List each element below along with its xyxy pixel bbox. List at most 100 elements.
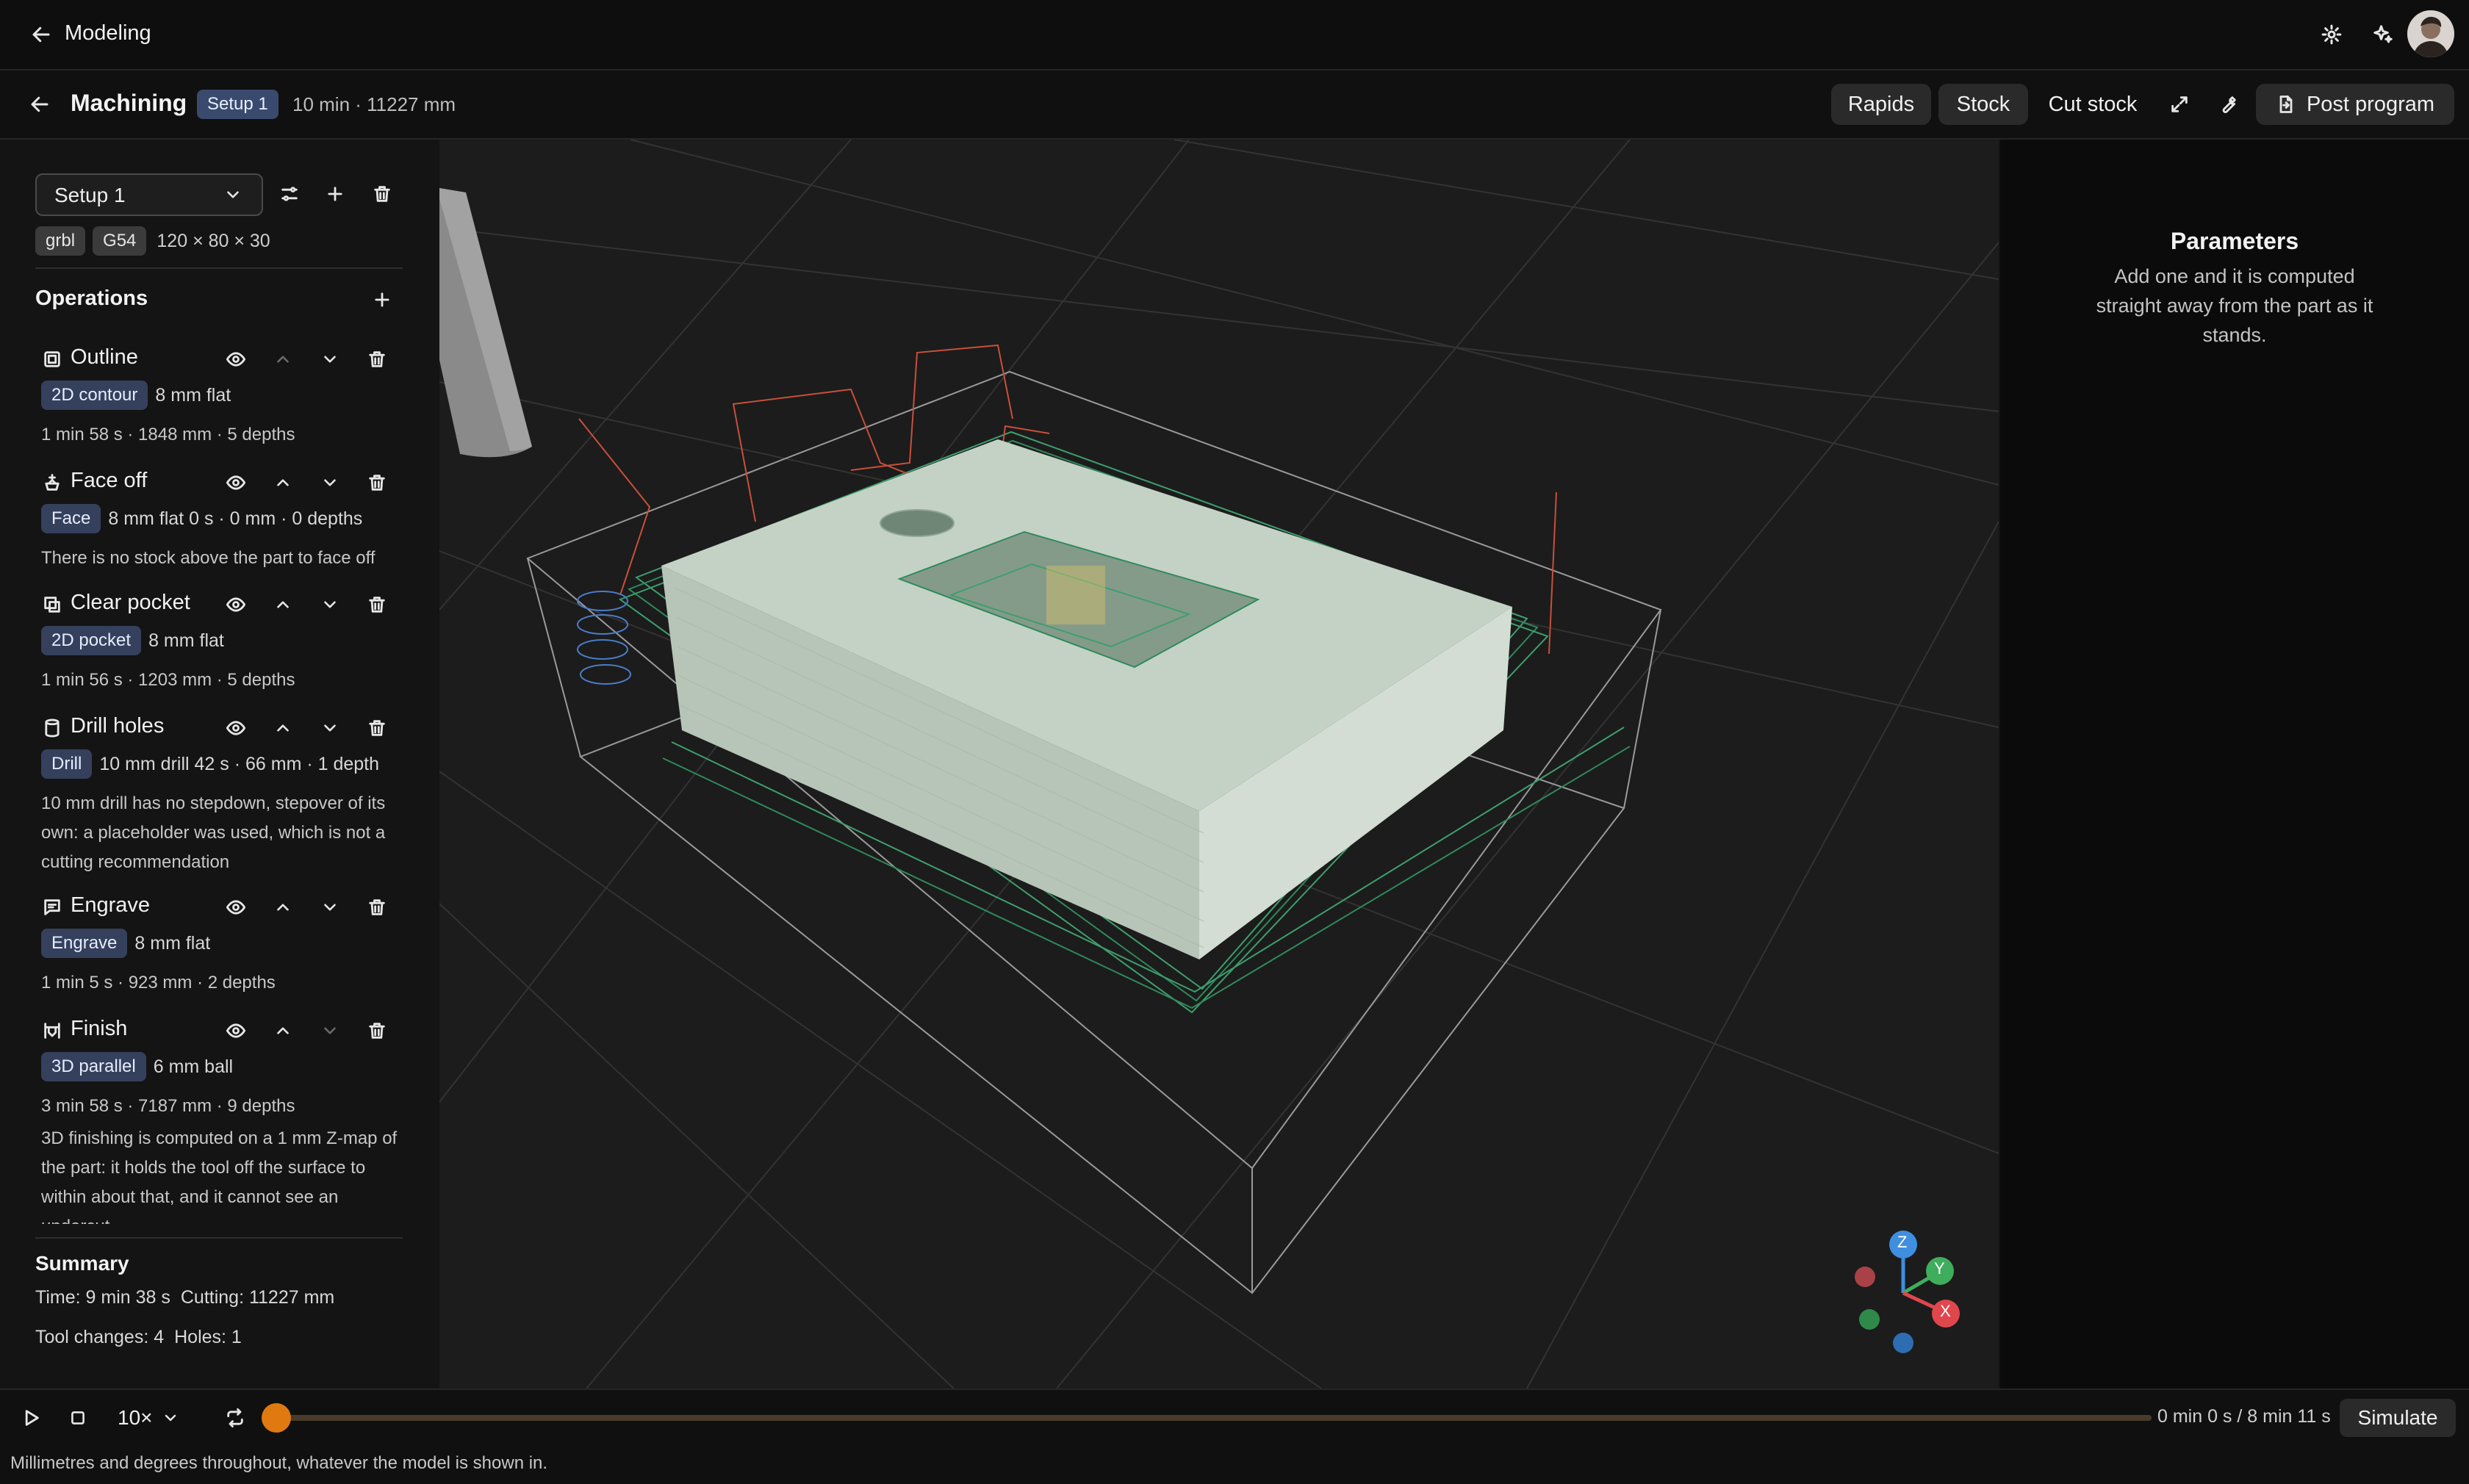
operation-tool: 8 mm flat xyxy=(155,384,231,406)
post-program-button[interactable]: Post program xyxy=(2256,84,2454,125)
simulate-button[interactable]: Simulate xyxy=(2340,1399,2456,1437)
finish-icon xyxy=(40,1018,65,1043)
chevron-down-icon[interactable] xyxy=(313,466,347,500)
eye-icon[interactable] xyxy=(219,342,253,376)
operation-item-clear-pocket[interactable]: Clear pocket 2D pocket 8 mm flat 1 min 5… xyxy=(35,588,410,705)
operation-stats: 1 min 56 s · 1203 mm · 5 depths xyxy=(41,670,295,690)
operation-item-finish[interactable]: Finish 3D parallel 6 mm ball 3 min 58 s … xyxy=(35,1014,410,1224)
stock-toggle[interactable]: Stock xyxy=(1938,84,2028,125)
eye-icon[interactable] xyxy=(219,466,253,500)
back-arrow-icon[interactable] xyxy=(24,88,56,120)
app-bar: Modeling xyxy=(0,0,2469,71)
add-setup-icon[interactable] xyxy=(319,178,351,210)
chevron-up-icon[interactable] xyxy=(266,588,300,622)
setup-badge: Setup 1 xyxy=(197,90,278,119)
chevron-down-icon[interactable] xyxy=(313,588,347,622)
operation-type-tag: Drill xyxy=(41,749,93,779)
summary-heading: Summary xyxy=(35,1252,129,1275)
operation-item-face-off[interactable]: Face off Face 8 mm flat 0 s · 0 mm · 0 d… xyxy=(35,466,410,583)
operation-item-engrave[interactable]: Engrave Engrave 8 mm flat 1 min 5 s · 92… xyxy=(35,890,410,1008)
rapids-toggle[interactable]: Rapids xyxy=(1831,84,1931,125)
avatar[interactable] xyxy=(2407,10,2454,57)
eye-icon[interactable] xyxy=(219,711,253,745)
divider xyxy=(35,267,403,269)
eye-icon[interactable] xyxy=(219,890,253,924)
parameters-empty-hint: Add one and it is computed straight away… xyxy=(2096,265,2373,346)
chevron-down-icon[interactable] xyxy=(313,1014,347,1048)
operation-name: Engrave xyxy=(71,893,151,917)
add-operation-icon[interactable] xyxy=(366,284,398,316)
operation-item-outline[interactable]: Outline 2D contour 8 mm flat 1 min 58 s … xyxy=(35,342,410,460)
summary-line: Tool changes: 4 Holes: 1 xyxy=(35,1327,242,1348)
operation-item-drill-holes[interactable]: Drill holes Drill 10 mm drill 42 s · 66 … xyxy=(35,711,410,887)
speed-select[interactable]: 10× xyxy=(118,1400,198,1436)
drill-icon xyxy=(40,716,65,741)
back-arrow-icon[interactable] xyxy=(25,18,57,51)
3d-viewport[interactable]: Z Y X xyxy=(439,140,1999,1388)
chevron-up-icon[interactable] xyxy=(266,342,300,376)
chevron-down-icon[interactable] xyxy=(313,890,347,924)
wrench-icon[interactable] xyxy=(2212,88,2244,120)
part-model xyxy=(661,439,1512,959)
trash-icon[interactable] xyxy=(360,711,394,745)
speed-value: 10× xyxy=(118,1406,153,1429)
chevron-up-icon[interactable] xyxy=(266,711,300,745)
chevron-down-icon[interactable] xyxy=(313,342,347,376)
back-to-modeling-link[interactable]: Modeling xyxy=(65,21,151,46)
page-title: Machining xyxy=(71,90,187,116)
operation-name: Drill holes xyxy=(71,714,165,738)
operation-type-tag: 2D pocket xyxy=(41,626,142,655)
operation-type-tag: Face xyxy=(41,504,101,533)
operation-tool: 8 mm flat xyxy=(148,630,224,651)
operation-name: Face off xyxy=(71,469,148,492)
summary-tool-changes: Tool changes: 4 xyxy=(35,1327,165,1347)
post-program-label: Post program xyxy=(2306,92,2435,116)
timeline-track[interactable] xyxy=(262,1403,2152,1433)
chevron-up-icon[interactable] xyxy=(266,890,300,924)
program-summary: 10 min · 11227 mm xyxy=(292,93,456,115)
summary-holes: Holes: 1 xyxy=(174,1327,242,1347)
playback-bar: 10× 0 min 0 s / 8 min 11 s Simulate xyxy=(0,1388,2469,1446)
stock-size: 120 × 80 × 30 xyxy=(157,230,270,251)
machining-toolbar: Machining Setup 1 10 min · 11227 mm Rapi… xyxy=(0,71,2469,140)
trash-icon[interactable] xyxy=(366,178,398,210)
eye-icon[interactable] xyxy=(219,588,253,622)
trash-icon[interactable] xyxy=(360,466,394,500)
cut-stock-toggle[interactable]: Cut stock xyxy=(2040,84,2146,125)
sparkle-icon[interactable] xyxy=(2368,19,2398,50)
face-icon xyxy=(40,470,65,495)
operation-tool: 10 mm drill 42 s · 66 mm · 1 depth xyxy=(99,753,380,774)
pocket-icon xyxy=(40,592,65,617)
trash-icon[interactable] xyxy=(360,588,394,622)
operation-warning: 10 mm drill has no stepdown, stepover of… xyxy=(41,793,386,872)
operations-sidebar: Setup 1 grbl G54 120 × 80 × 30 Operation… xyxy=(0,140,438,1388)
chevron-up-icon[interactable] xyxy=(266,1014,300,1048)
chevron-up-icon[interactable] xyxy=(266,466,300,500)
tool-model xyxy=(439,188,532,458)
chevron-down-icon xyxy=(220,182,245,207)
parameters-heading: Parameters xyxy=(2170,228,2299,254)
loop-icon[interactable] xyxy=(219,1402,251,1434)
gear-icon[interactable] xyxy=(2316,19,2347,50)
stop-icon[interactable] xyxy=(62,1402,94,1434)
scene-canvas[interactable] xyxy=(439,140,1999,1388)
eye-icon[interactable] xyxy=(219,1014,253,1048)
play-icon[interactable] xyxy=(15,1402,47,1434)
expand-icon[interactable] xyxy=(2163,88,2196,120)
units-note: Millimetres and degrees throughout, what… xyxy=(10,1453,548,1473)
neg-x-handle xyxy=(1855,1267,1875,1287)
axis-gizmo[interactable]: Z Y X xyxy=(1830,1220,1977,1366)
operation-stats: 1 min 5 s · 923 mm · 2 depths xyxy=(41,973,276,993)
trash-icon[interactable] xyxy=(360,890,394,924)
operation-stats: 1 min 58 s · 1848 mm · 5 depths xyxy=(41,425,295,444)
trash-icon[interactable] xyxy=(360,1014,394,1048)
operation-name: Clear pocket xyxy=(71,591,190,614)
setup-meta: grbl G54 120 × 80 × 30 xyxy=(35,226,270,256)
chevron-down-icon[interactable] xyxy=(313,711,347,745)
sliders-icon[interactable] xyxy=(273,178,306,210)
outline-icon xyxy=(40,347,65,372)
operation-type-tag: Engrave xyxy=(41,929,128,958)
trash-icon[interactable] xyxy=(360,342,394,376)
setup-select[interactable]: Setup 1 xyxy=(35,173,263,216)
timeline-thumb[interactable] xyxy=(262,1403,291,1433)
